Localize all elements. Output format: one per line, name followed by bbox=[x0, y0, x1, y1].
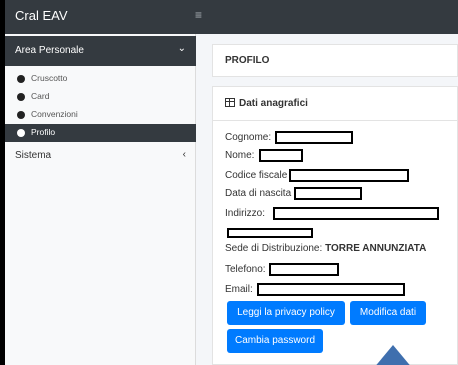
redaction-box bbox=[289, 169, 409, 182]
change-password-button[interactable]: Cambia password bbox=[227, 329, 323, 353]
redaction-box bbox=[269, 263, 339, 276]
field-telefono: Telefono: bbox=[225, 264, 266, 275]
field-label: Cognome: bbox=[225, 132, 272, 143]
redaction-box bbox=[275, 131, 353, 144]
sidebar-item-cruscotto[interactable]: Cruscotto bbox=[5, 70, 196, 88]
sidebar-item-label: Card bbox=[31, 91, 50, 101]
up-arrow-icon bbox=[373, 345, 413, 365]
edit-data-button[interactable]: Modifica dati bbox=[350, 301, 426, 325]
field-cognome: Cognome: bbox=[225, 132, 271, 143]
card-header: Dati anagrafici bbox=[213, 87, 457, 121]
page-title: PROFILO bbox=[225, 55, 270, 66]
redaction-box bbox=[257, 283, 405, 296]
sede-value: TORRE ANNUNZIATA bbox=[325, 243, 427, 254]
field-email: Email: bbox=[225, 284, 253, 295]
sidebar-item-convenzioni[interactable]: Convenzioni bbox=[5, 106, 196, 124]
sidebar-section-label: Area Personale bbox=[15, 45, 84, 56]
field-nome: Nome: bbox=[225, 150, 254, 161]
field-label: Email: bbox=[225, 284, 253, 295]
field-label: Telefono: bbox=[225, 264, 266, 275]
privacy-policy-button[interactable]: Leggi la privacy policy bbox=[227, 301, 345, 325]
bullet-icon bbox=[17, 93, 25, 101]
app-title: Cral EAV bbox=[15, 8, 68, 23]
field-data-nascita: Data di nascita bbox=[225, 188, 291, 199]
chevron-left-icon: ‹ bbox=[182, 149, 186, 160]
sidebar: Area Personale ⌄ Cruscotto Card Convenzi… bbox=[5, 34, 196, 365]
bullet-icon bbox=[17, 129, 25, 137]
page-header: PROFILO bbox=[212, 44, 458, 77]
app-window: Cral EAV ≡ Area Personale ⌄ Cruscotto Ca… bbox=[0, 0, 458, 365]
field-label: Sede di Distribuzione: bbox=[225, 243, 323, 254]
field-indirizzo: Indirizzo: bbox=[225, 208, 265, 219]
sidebar-item-label: Convenzioni bbox=[31, 109, 78, 119]
card-title: Dati anagrafici bbox=[239, 98, 308, 109]
personal-data-card: Dati anagrafici Cognome: Nome: Codice fi… bbox=[212, 86, 458, 365]
sidebar-section-sistema[interactable]: Sistema ‹ bbox=[5, 147, 196, 165]
top-navbar: Cral EAV ≡ bbox=[5, 0, 458, 34]
sidebar-item-card[interactable]: Card bbox=[5, 88, 196, 106]
sidebar-item-profilo[interactable]: Profilo bbox=[5, 124, 196, 142]
main-content: PROFILO Dati anagrafici Cognome: Nome: C… bbox=[196, 34, 458, 365]
bullet-icon bbox=[17, 111, 25, 119]
bullet-icon bbox=[17, 75, 25, 83]
sidebar-section-area-personale[interactable]: Area Personale ⌄ bbox=[5, 36, 196, 66]
sidebar-item-label: Cruscotto bbox=[31, 73, 68, 83]
chevron-down-icon: ⌄ bbox=[177, 43, 186, 54]
menu-toggle-icon[interactable]: ≡ bbox=[195, 8, 202, 22]
field-sede: Sede di Distribuzione: TORRE ANNUNZIATA bbox=[225, 243, 426, 254]
field-codice-fiscale: Codice fiscale bbox=[225, 170, 287, 181]
field-label: Indirizzo: bbox=[225, 208, 266, 219]
field-label: Data di nascita bbox=[225, 188, 292, 199]
field-label: Codice fiscale bbox=[225, 170, 288, 181]
sidebar-section-label: Sistema bbox=[15, 150, 52, 161]
redaction-box bbox=[227, 228, 313, 238]
redaction-box bbox=[259, 149, 303, 162]
sidebar-item-label: Profilo bbox=[31, 127, 56, 137]
table-icon bbox=[225, 98, 235, 107]
redaction-box bbox=[273, 207, 439, 220]
redaction-box bbox=[294, 187, 362, 200]
field-label: Nome: bbox=[225, 150, 255, 161]
